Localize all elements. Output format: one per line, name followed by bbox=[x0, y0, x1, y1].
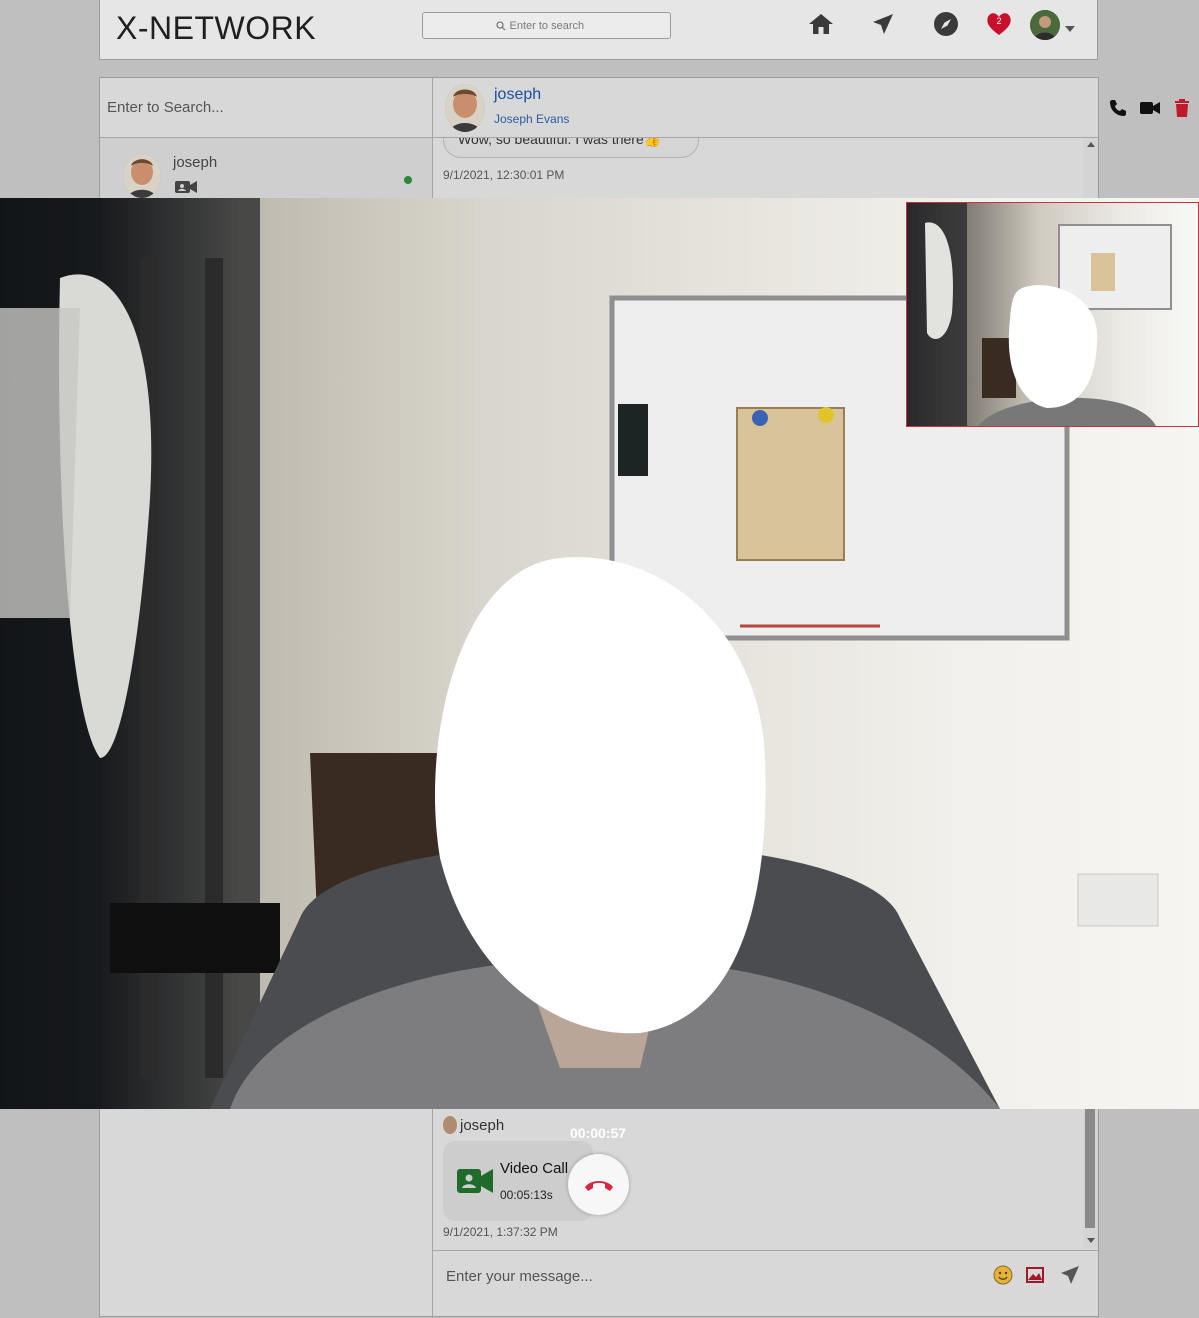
message-text: Wow, so beautiful. I was there👍 bbox=[458, 138, 662, 147]
explore-icon[interactable] bbox=[932, 10, 960, 38]
search-icon bbox=[495, 20, 505, 30]
local-video-frame bbox=[907, 203, 1172, 426]
sender-name: joseph bbox=[460, 1116, 505, 1134]
video-camera-icon[interactable] bbox=[1140, 98, 1160, 118]
phone-hangup-icon bbox=[584, 1180, 613, 1191]
image-upload-icon[interactable] bbox=[1025, 1265, 1045, 1285]
chat-full-name: Joseph Evans bbox=[494, 112, 570, 126]
contact-avatar bbox=[123, 154, 161, 198]
call-label: Video Call bbox=[500, 1160, 569, 1177]
emoji-icon[interactable] bbox=[993, 1265, 1013, 1285]
top-navbar: X-NETWORK 2 bbox=[99, 0, 1098, 60]
global-search-input[interactable] bbox=[509, 19, 598, 32]
message-bubble: Wow, so beautiful. I was there👍 bbox=[443, 138, 699, 158]
video-call-icon bbox=[457, 1168, 493, 1199]
message-time: 9/1/2021, 12:30:01 PM bbox=[443, 168, 565, 182]
message-time: 9/1/2021, 1:37:32 PM bbox=[443, 1225, 558, 1239]
send-message-icon[interactable] bbox=[1060, 1265, 1080, 1285]
call-timer: 00:00:57 bbox=[570, 1125, 627, 1141]
send-icon[interactable] bbox=[869, 10, 897, 38]
heart-icon[interactable]: 2 bbox=[985, 10, 1013, 38]
contact-search bbox=[100, 78, 433, 138]
online-status-dot bbox=[404, 176, 412, 184]
contact-search-input[interactable] bbox=[105, 98, 409, 117]
video-camera-icon bbox=[175, 179, 197, 200]
scroll-down-icon[interactable] bbox=[1087, 1238, 1095, 1243]
message-sender: joseph bbox=[443, 1116, 504, 1134]
message-input[interactable] bbox=[444, 1267, 968, 1286]
home-icon[interactable] bbox=[807, 10, 835, 38]
local-video-preview[interactable] bbox=[906, 202, 1199, 427]
trash-icon[interactable] bbox=[1172, 98, 1192, 118]
chat-avatar[interactable] bbox=[445, 84, 485, 132]
app-logo[interactable]: X-NETWORK bbox=[116, 10, 316, 47]
caret-down-icon[interactable] bbox=[1065, 19, 1075, 37]
contact-item[interactable]: joseph bbox=[100, 138, 432, 198]
phone-icon[interactable] bbox=[1108, 98, 1128, 118]
scroll-up-icon[interactable] bbox=[1087, 142, 1095, 147]
notification-count: 2 bbox=[996, 16, 1002, 26]
end-call-button[interactable] bbox=[568, 1154, 629, 1215]
call-duration: 00:05:13s bbox=[500, 1188, 553, 1202]
message-composer bbox=[433, 1250, 1098, 1318]
chat-header: joseph Joseph Evans bbox=[433, 78, 1189, 138]
contact-name: joseph bbox=[173, 154, 218, 171]
chat-username[interactable]: joseph bbox=[494, 86, 541, 104]
global-search[interactable] bbox=[422, 12, 671, 39]
sender-avatar bbox=[443, 1116, 457, 1134]
avatar[interactable] bbox=[1030, 10, 1060, 40]
